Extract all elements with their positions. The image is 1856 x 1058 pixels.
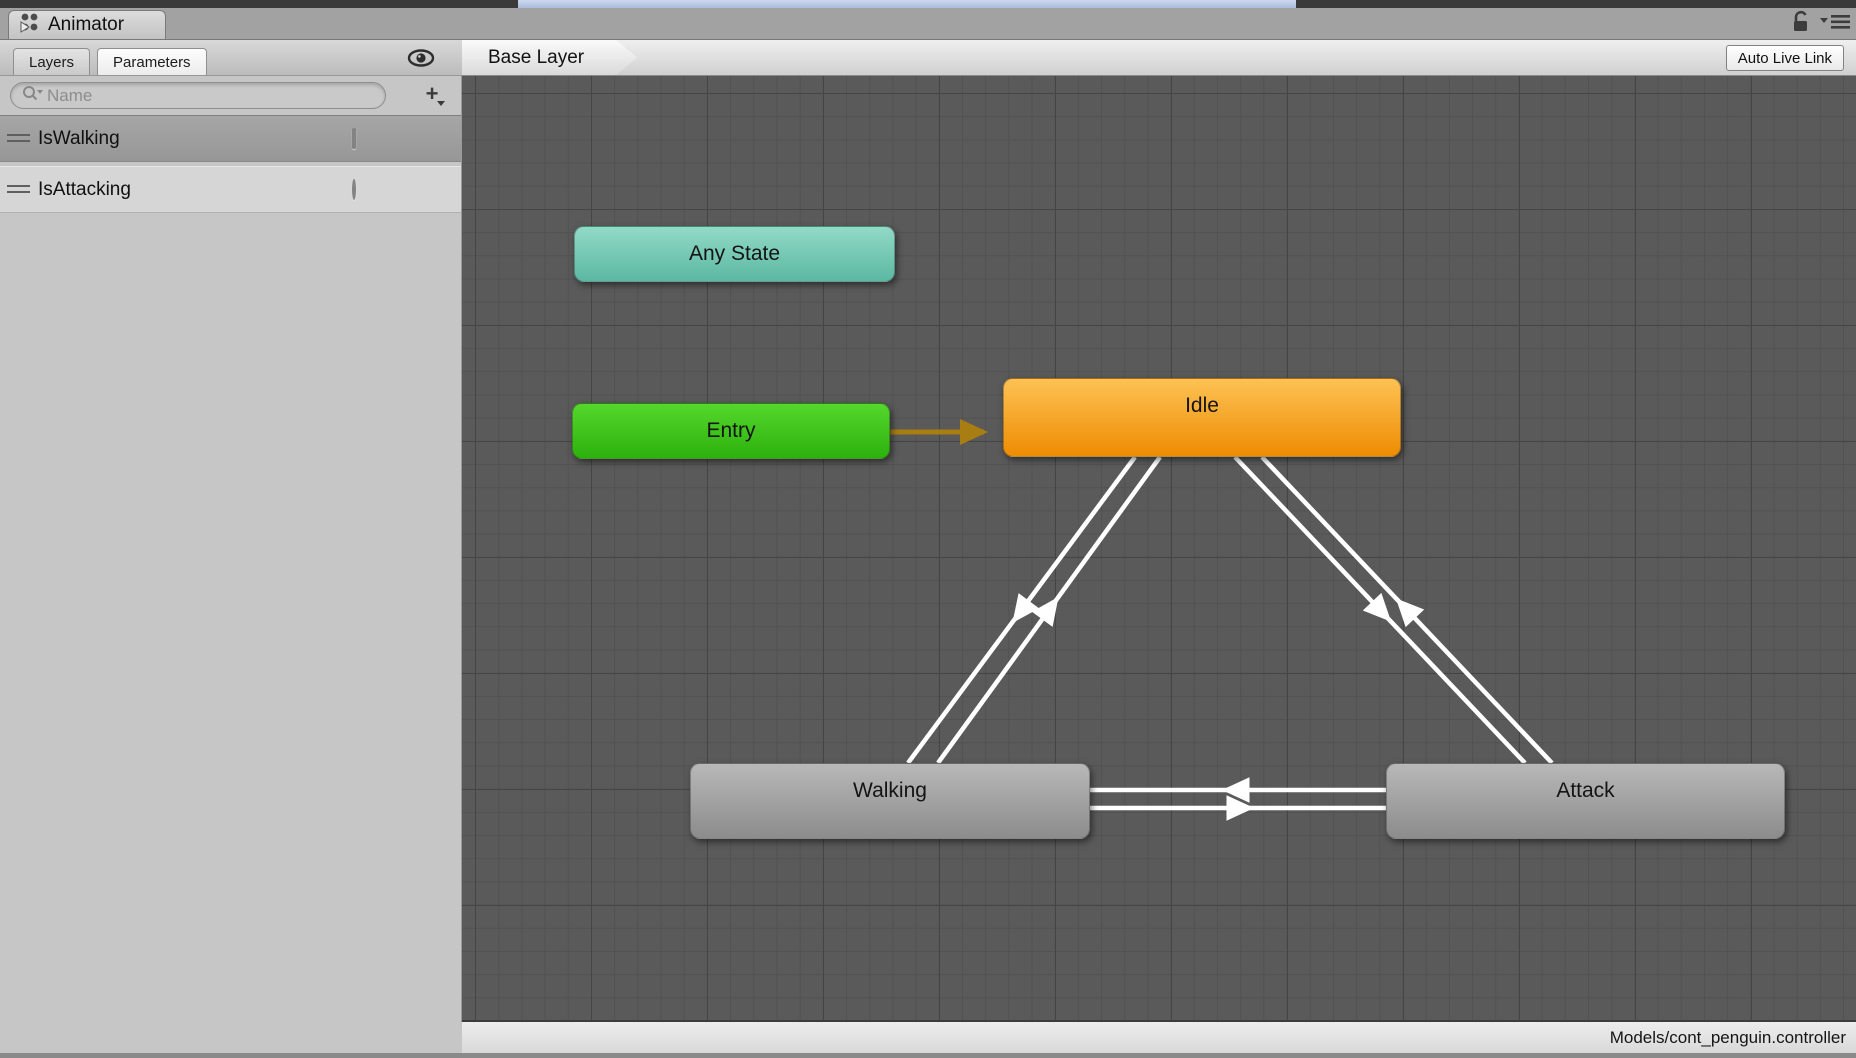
drag-handle-icon[interactable] (7, 133, 30, 144)
parameters-panel: + IsWalking IsAttacking (0, 76, 462, 1053)
bool-checkbox[interactable] (352, 127, 356, 149)
breadcrumb-base-layer[interactable]: Base Layer (462, 40, 637, 75)
breadcrumb-label: Base Layer (488, 46, 585, 68)
panel-tabbar: Layers Parameters (0, 40, 462, 76)
status-bar: Models/cont_penguin.controller (0, 1022, 1856, 1053)
state-node-idle[interactable]: Idle (1003, 378, 1401, 457)
status-bar-right: Models/cont_penguin.controller (462, 1022, 1856, 1053)
animator-window-tab[interactable]: Animator (8, 10, 166, 39)
state-node-entry[interactable]: Entry (572, 403, 890, 459)
animator-tab-label: Animator (48, 14, 125, 35)
lock-icon[interactable] (1790, 10, 1812, 39)
auto-live-link-button[interactable]: Auto Live Link (1725, 45, 1844, 71)
parameter-list: IsWalking IsAttacking (0, 115, 461, 213)
controller-asset-path: Models/cont_penguin.controller (1609, 1027, 1846, 1047)
toolbar-row: Layers Parameters Base Layer Auto Live L… (0, 40, 1856, 76)
state-label: Attack (1556, 779, 1615, 802)
transition-entry-idle (890, 419, 988, 445)
tab-layers[interactable]: Layers (13, 48, 91, 75)
transition-walking-attack (1090, 795, 1386, 821)
parameter-row-iswalking[interactable]: IsWalking (0, 115, 461, 162)
state-node-any-state[interactable]: Any State (574, 226, 895, 282)
search-row: + (0, 76, 461, 115)
add-parameter-button[interactable]: + (418, 83, 446, 108)
tab-parameters-label: Parameters (113, 53, 191, 71)
transition-wires (890, 419, 1554, 821)
search-field[interactable] (10, 82, 386, 109)
transition-idle-walking (906, 455, 1137, 765)
background-window-strip (518, 0, 1296, 8)
bottom-window-edge (0, 1053, 1856, 1058)
window-header: Animator (0, 8, 1856, 40)
auto-live-link-label: Auto Live Link (1737, 49, 1832, 67)
state-label: Any State (688, 242, 781, 265)
state-machine-canvas[interactable]: Any State Entry Idle Walking Attack (462, 76, 1856, 1022)
parameter-name: IsWalking (38, 127, 120, 149)
state-label: Idle (1185, 394, 1219, 417)
state-node-walking[interactable]: Walking (690, 763, 1090, 839)
graph-toolbar: Base Layer Auto Live Link (462, 40, 1856, 76)
drag-handle-icon[interactable] (7, 184, 30, 195)
tab-layers-label: Layers (29, 53, 75, 71)
top-window-strip (0, 0, 1856, 8)
parameter-row-isattacking[interactable]: IsAttacking (0, 166, 461, 213)
search-icon (21, 84, 45, 107)
state-label: Walking (853, 779, 927, 802)
transition-attack-idle (1260, 455, 1554, 765)
search-input[interactable] (47, 85, 347, 106)
parameter-name: IsAttacking (38, 178, 131, 200)
state-label: Entry (706, 419, 756, 442)
plus-caret-icon (437, 101, 445, 106)
eye-icon[interactable] (406, 48, 436, 73)
transition-attack-walking (1090, 777, 1386, 803)
animator-icon (17, 11, 41, 39)
trigger-radio[interactable] (352, 178, 356, 200)
transition-walking-idle (936, 455, 1162, 765)
transition-idle-attack (1233, 455, 1527, 765)
state-node-attack[interactable]: Attack (1386, 763, 1785, 839)
status-bar-left (0, 1022, 462, 1053)
tab-parameters[interactable]: Parameters (97, 48, 207, 75)
context-menu-icon[interactable] (1820, 14, 1850, 35)
